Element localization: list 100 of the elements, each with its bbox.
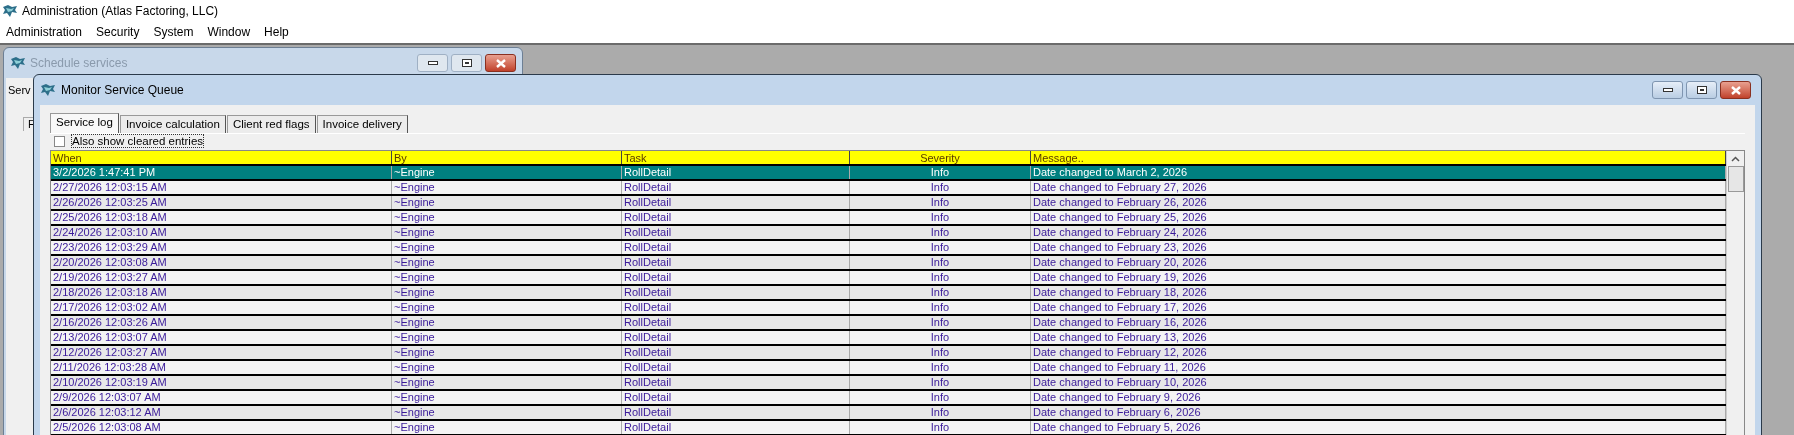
table-cell: Info <box>850 301 1031 314</box>
table-cell: Info <box>850 316 1031 329</box>
scroll-up-icon <box>1731 156 1740 162</box>
table-row[interactable]: 2/24/2026 12:03:10 AM ~Engine RollDetail Info Date changed to February 24, 2026 <box>51 226 1726 241</box>
table-cell: 3/2/2026 1:47:41 PM <box>51 166 392 179</box>
column-header[interactable]: Task <box>622 151 850 164</box>
tab[interactable]: Invoice calculation <box>119 115 226 133</box>
table-cell: RollDetail <box>622 376 850 389</box>
table-cell: Info <box>850 256 1031 269</box>
table-cell: 2/9/2026 12:03:07 AM <box>51 391 392 404</box>
table-cell: ~Engine <box>392 301 622 314</box>
table-row[interactable]: 3/2/2026 1:47:41 PM ~Engine RollDetail Info Date changed to March 2, 2026 <box>51 166 1726 181</box>
table-cell: Info <box>850 376 1031 389</box>
table-cell: Info <box>850 181 1031 194</box>
table-cell: Info <box>850 391 1031 404</box>
maximize-button[interactable] <box>1686 81 1717 99</box>
table-cell: 2/12/2026 12:03:27 AM <box>51 346 392 359</box>
maximize-button[interactable] <box>451 54 482 72</box>
table-cell: ~Engine <box>392 286 622 299</box>
table-cell: ~Engine <box>392 361 622 374</box>
table-cell: ~Engine <box>392 211 622 224</box>
table-row[interactable]: 2/16/2026 12:03:26 AM ~Engine RollDetail Info Date changed to February 16, 2026 <box>51 316 1726 331</box>
close-button[interactable] <box>485 54 516 72</box>
table-row[interactable]: 2/5/2026 12:03:08 AM ~Engine RollDetail Info Date changed to February 5, 2026 <box>51 421 1726 435</box>
table-cell: 2/11/2026 12:03:28 AM <box>51 361 392 374</box>
menu-item[interactable]: System <box>153 23 194 41</box>
close-button[interactable] <box>1720 81 1751 99</box>
column-header[interactable]: Severity <box>850 151 1031 164</box>
table-cell: ~Engine <box>392 376 622 389</box>
tab[interactable]: Service log <box>50 113 119 133</box>
app-title: Administration (Atlas Factoring, LLC) <box>22 2 219 20</box>
column-header[interactable]: When <box>51 151 392 164</box>
window-title: Monitor Service Queue <box>61 82 184 99</box>
tab[interactable]: Invoice delivery <box>316 115 408 133</box>
table-cell: 2/25/2026 12:03:18 AM <box>51 211 392 224</box>
minimize-icon <box>427 61 438 65</box>
table-row[interactable]: 2/27/2026 12:03:15 AM ~Engine RollDetail Info Date changed to February 27, 2026 <box>51 181 1726 196</box>
minimize-button[interactable] <box>417 54 448 72</box>
table-cell: RollDetail <box>622 391 850 404</box>
table-cell: 2/5/2026 12:03:08 AM <box>51 421 392 434</box>
maximize-icon <box>461 59 472 67</box>
table-cell: RollDetail <box>622 211 850 224</box>
column-header[interactable]: By <box>392 151 622 164</box>
table-row[interactable]: 2/12/2026 12:03:27 AM ~Engine RollDetail Info Date changed to February 12, 2026 <box>51 346 1726 361</box>
menu-item[interactable]: Security <box>96 23 140 41</box>
table-cell: RollDetail <box>622 241 850 254</box>
menu-item[interactable]: Administration <box>6 23 83 41</box>
close-icon <box>494 58 507 68</box>
table-cell: ~Engine <box>392 331 622 344</box>
table-cell: ~Engine <box>392 196 622 209</box>
table-cell: Info <box>850 421 1031 434</box>
table-cell: RollDetail <box>622 316 850 329</box>
table-cell: Info <box>850 211 1031 224</box>
table-cell: ~Engine <box>392 406 622 419</box>
checkbox-label: Also show cleared entries <box>71 134 205 148</box>
table-cell: RollDetail <box>622 166 850 179</box>
window-title: Schedule services <box>30 55 128 72</box>
table-cell: RollDetail <box>622 331 850 344</box>
table-cell: ~Engine <box>392 256 622 269</box>
tab[interactable]: Client red flags <box>226 115 316 133</box>
table-cell: Info <box>850 271 1031 284</box>
table-row[interactable]: 2/18/2026 12:03:18 AM ~Engine RollDetail Info Date changed to February 18, 2026 <box>51 286 1726 301</box>
table-cell: ~Engine <box>392 181 622 194</box>
table-row[interactable]: 2/17/2026 12:03:02 AM ~Engine RollDetail Info Date changed to February 17, 2026 <box>51 301 1726 316</box>
table-cell: ~Engine <box>392 166 622 179</box>
table-cell: 2/10/2026 12:03:19 AM <box>51 376 392 389</box>
table-row[interactable]: 2/19/2026 12:03:27 AM ~Engine RollDetail Info Date changed to February 19, 2026 <box>51 271 1726 286</box>
scrollbar[interactable] <box>1726 151 1744 435</box>
menu-item[interactable]: Window <box>207 23 251 41</box>
table-cell: ~Engine <box>392 241 622 254</box>
table-cell: 2/20/2026 12:03:08 AM <box>51 256 392 269</box>
table-cell: RollDetail <box>622 271 850 284</box>
table-row[interactable]: 2/25/2026 12:03:18 AM ~Engine RollDetail Info Date changed to February 25, 2026 <box>51 211 1726 226</box>
table-row[interactable]: 2/11/2026 12:03:28 AM ~Engine RollDetail Info Date changed to February 11, 2026 <box>51 361 1726 376</box>
table-row[interactable]: 2/9/2026 12:03:07 AM ~Engine RollDetail Info Date changed to February 9, 2026 <box>51 391 1726 406</box>
table-cell: ~Engine <box>392 346 622 359</box>
app-logo-icon <box>2 3 18 18</box>
table-cell: 2/18/2026 12:03:18 AM <box>51 286 392 299</box>
minimize-button[interactable] <box>1652 81 1683 99</box>
table-cell: 2/17/2026 12:03:02 AM <box>51 301 392 314</box>
checkbox[interactable] <box>54 135 65 147</box>
table-cell: 2/6/2026 12:03:12 AM <box>51 406 392 419</box>
table-row[interactable]: 2/23/2026 12:03:29 AM ~Engine RollDetail Info Date changed to February 23, 2026 <box>51 241 1726 256</box>
app-logo-icon <box>10 56 26 70</box>
table-cell: Info <box>850 286 1031 299</box>
table-cell: Info <box>850 241 1031 254</box>
table-row[interactable]: 2/20/2026 12:03:08 AM ~Engine RollDetail Info Date changed to February 20, 2026 <box>51 256 1726 271</box>
table-cell: Info <box>850 166 1031 179</box>
table-cell: ~Engine <box>392 421 622 434</box>
table-cell: 2/27/2026 12:03:15 AM <box>51 181 392 194</box>
menu-item[interactable]: Help <box>264 23 289 41</box>
table-cell: Info <box>850 346 1031 359</box>
table-row[interactable]: 2/13/2026 12:03:07 AM ~Engine RollDetail Info Date changed to February 13, 2026 <box>51 331 1726 346</box>
table-cell: Info <box>850 226 1031 239</box>
table-row[interactable]: 2/6/2026 12:03:12 AM ~Engine RollDetail Info Date changed to February 6, 2026 <box>51 406 1726 421</box>
table-row[interactable]: 2/10/2026 12:03:19 AM ~Engine RollDetail Info Date changed to February 10, 2026 <box>51 376 1726 391</box>
table-cell: 2/26/2026 12:03:25 AM <box>51 196 392 209</box>
table-row[interactable]: 2/26/2026 12:03:25 AM ~Engine RollDetail Info Date changed to February 26, 2026 <box>51 196 1726 211</box>
label-text: Serv <box>8 84 31 97</box>
scrollbar-thumb[interactable] <box>1727 166 1744 192</box>
